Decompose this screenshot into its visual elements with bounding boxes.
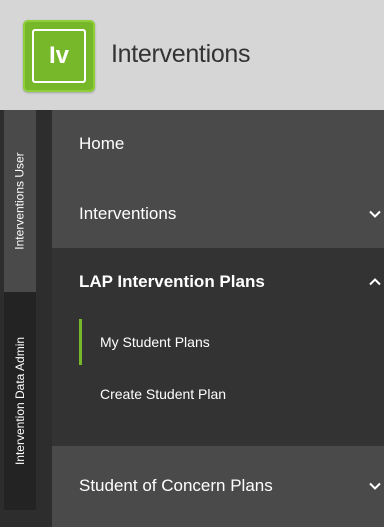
menu-item-label: Student of Concern Plans bbox=[79, 476, 273, 495]
submenu-item-label: My Student Plans bbox=[100, 334, 210, 350]
tab-intervention-data-admin-label: Intervention Data Admin bbox=[13, 336, 28, 466]
menu-item-student-of-concern-plans[interactable]: Student of Concern Plans bbox=[52, 452, 384, 520]
tab-interventions-user-label: Interventions User bbox=[13, 152, 28, 250]
submenu-item-label: Create Student Plan bbox=[100, 386, 227, 402]
app-logo[interactable]: Iv bbox=[23, 20, 95, 92]
tab-interventions-user[interactable]: Interventions User bbox=[4, 110, 36, 292]
submenu-item-create-student-plan[interactable]: Create Student Plan bbox=[52, 372, 384, 416]
menu-item-lap-intervention-plans[interactable]: LAP Intervention Plans bbox=[52, 248, 384, 316]
chevron-up-icon bbox=[368, 275, 382, 289]
submenu-item-my-student-plans[interactable]: My Student Plans bbox=[52, 320, 384, 364]
tab-intervention-data-admin[interactable]: Intervention Data Admin bbox=[4, 292, 36, 510]
sidebar-menu: Home Interventions LAP Intervention Plan… bbox=[52, 110, 384, 527]
chevron-down-icon bbox=[368, 207, 382, 221]
lap-intervention-plans-panel: LAP Intervention Plans My Student Plans … bbox=[52, 248, 384, 446]
menu-item-label: Home bbox=[79, 134, 125, 153]
menu-item-label: Interventions bbox=[79, 204, 177, 223]
menu-item-label: LAP Intervention Plans bbox=[79, 272, 265, 291]
app-title: Interventions bbox=[111, 40, 251, 68]
app-header: Iv Interventions bbox=[0, 0, 384, 110]
app-logo-text: Iv bbox=[32, 29, 86, 83]
menu-item-interventions[interactable]: Interventions bbox=[52, 180, 384, 248]
chevron-down-icon bbox=[368, 479, 382, 493]
vertical-tab-rail: Interventions User Intervention Data Adm… bbox=[0, 110, 52, 527]
menu-item-home[interactable]: Home bbox=[52, 110, 384, 178]
